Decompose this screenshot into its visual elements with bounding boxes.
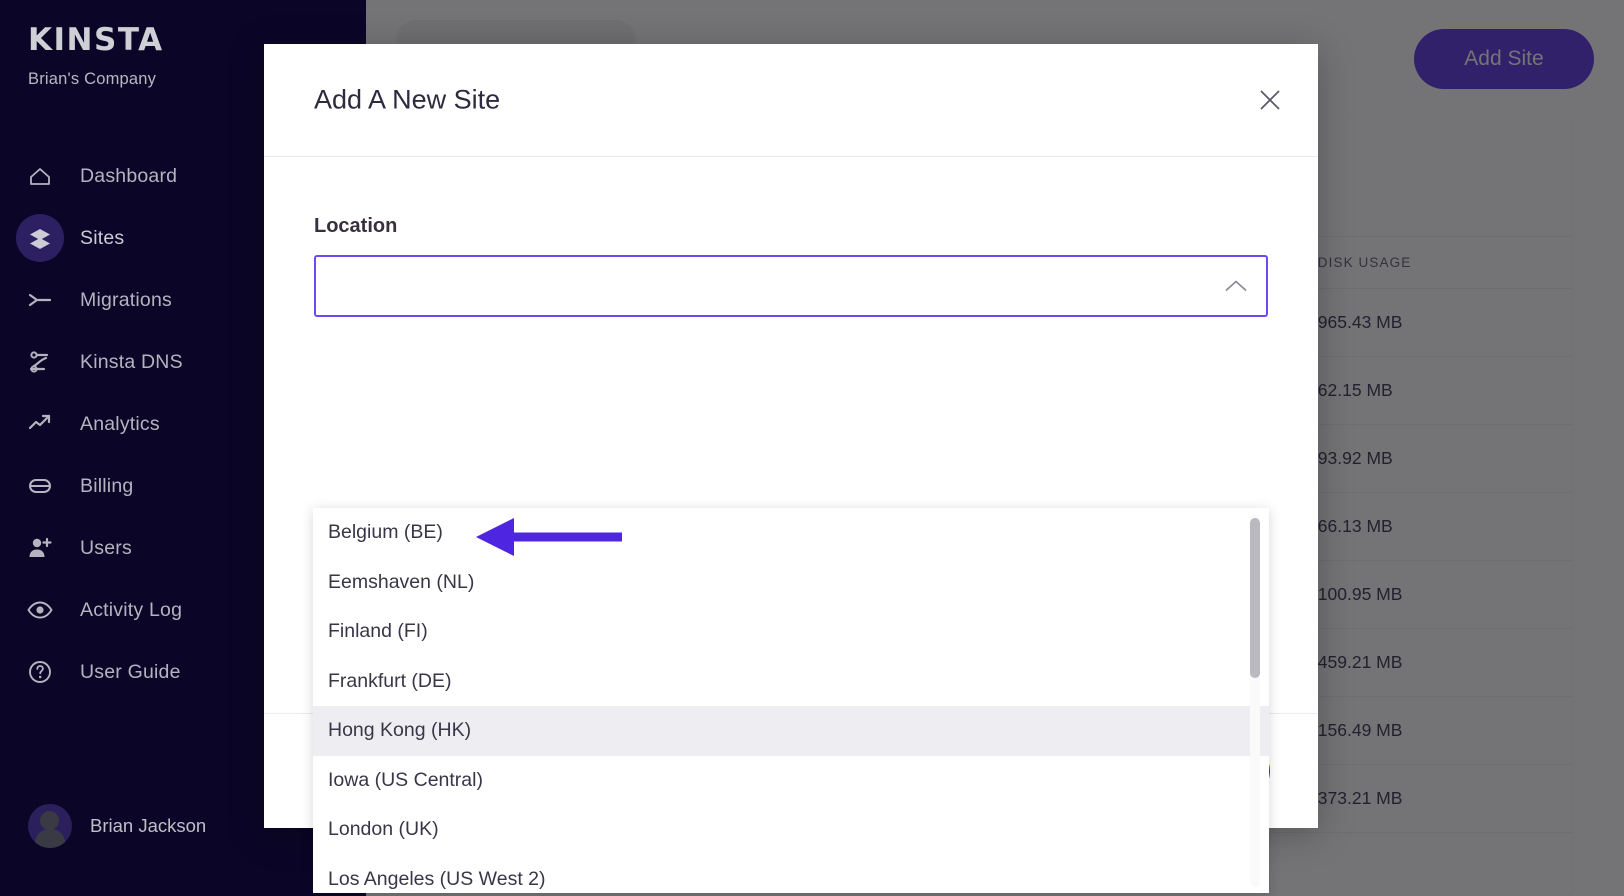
dropdown-option[interactable]: Los Angeles (US West 2)	[313, 855, 1269, 894]
layers-icon	[16, 214, 64, 262]
question-circle-icon	[16, 648, 64, 696]
billing-icon	[16, 462, 64, 510]
sidebar-item-label: Activity Log	[80, 598, 183, 621]
sidebar-item-label: Sites	[80, 226, 125, 249]
dropdown-option[interactable]: Belgium (BE)	[313, 508, 1269, 558]
dropdown-option[interactable]: Hong Kong (HK)	[313, 706, 1269, 756]
user-plus-icon	[16, 524, 64, 572]
sidebar-item-label: Migrations	[80, 288, 172, 311]
dropdown-option[interactable]: Iowa (US Central)	[313, 756, 1269, 806]
modal-header: Add A New Site	[264, 44, 1318, 157]
dropdown-options: Belgium (BE) Eemshaven (NL) Finland (FI) Fr…	[313, 508, 1269, 893]
trending-up-icon	[16, 400, 64, 448]
chevron-up-icon[interactable]	[1224, 279, 1248, 294]
app-root: Add Site SITE NAME DATA CENTER VISITS DI…	[0, 0, 1624, 896]
dropdown-option[interactable]: Finland (FI)	[313, 607, 1269, 657]
sidebar-item-label: User Guide	[80, 660, 181, 683]
sidebar-user[interactable]: Brian Jackson	[0, 804, 206, 848]
dropdown-scrollbar-thumb[interactable]	[1250, 518, 1260, 678]
add-new-site-modal: Add A New Site Location Belgium (BE) Eem…	[264, 44, 1318, 893]
close-icon[interactable]	[1255, 85, 1285, 115]
user-name-label: Brian Jackson	[90, 815, 207, 836]
dropdown-option[interactable]: Frankfurt (DE)	[313, 657, 1269, 707]
location-field-label: Location	[314, 215, 398, 237]
modal-title: Add A New Site	[314, 84, 501, 115]
sidebar-item-label: Users	[80, 536, 132, 559]
dropdown-option[interactable]: Eemshaven (NL)	[313, 558, 1269, 608]
avatar	[28, 804, 72, 848]
eye-icon	[16, 586, 64, 634]
home-icon	[16, 152, 64, 200]
modal-body: Location Belgium (BE) Eemshaven (NL) Finla…	[264, 157, 1318, 893]
location-dropdown-list[interactable]: Belgium (BE) Eemshaven (NL) Finland (FI) Fr…	[313, 508, 1269, 893]
sidebar-item-label: Billing	[80, 474, 134, 497]
dropdown-option[interactable]: London (UK)	[313, 805, 1269, 855]
sidebar-item-label: Analytics	[80, 412, 160, 435]
location-select[interactable]	[314, 255, 1268, 317]
migrations-icon	[16, 276, 64, 324]
dns-icon	[16, 338, 64, 386]
sidebar-item-label: Dashboard	[80, 164, 178, 187]
sidebar-item-label: Kinsta DNS	[80, 350, 183, 373]
